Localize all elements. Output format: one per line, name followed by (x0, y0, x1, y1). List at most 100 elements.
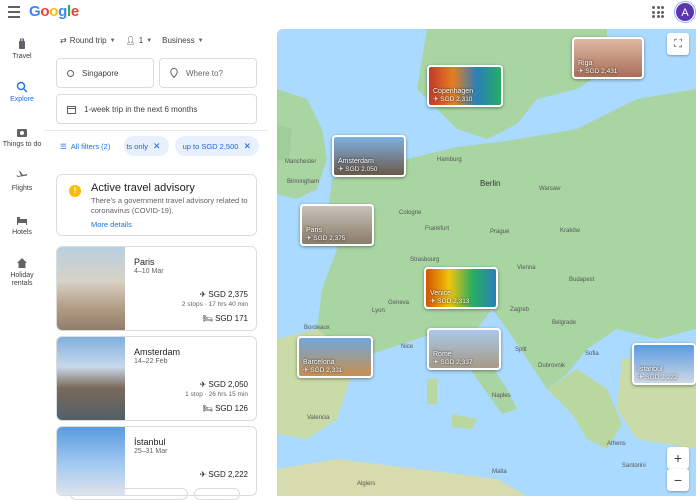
location-pin-icon (170, 68, 178, 78)
person-icon: 👤︎ (125, 36, 136, 45)
map-label: Valencia (307, 415, 330, 421)
chevron-down-icon: ▼ (146, 37, 153, 44)
map-label: Vienna (517, 265, 536, 271)
passengers-select[interactable]: 👤︎ 1 ▼ (126, 36, 153, 45)
result-card[interactable]: İstanbul 25–31 Mar ✈ SGD 2,222 (56, 426, 257, 496)
flight-price: ✈ SGD 2,331 (303, 367, 343, 374)
flight-price: ✈ SGD 2,310 (433, 96, 473, 103)
nav-item-flights[interactable]: Flights (0, 170, 44, 193)
zoom-in-button[interactable]: + (667, 447, 689, 469)
explore-map[interactable]: Manchester Birmingham Hamburg Berlin Warsaw C… (277, 29, 696, 496)
result-card[interactable]: Amsterdam 14–22 Feb ✈ SGD 2,050 1 stop ·… (56, 336, 257, 421)
map-pin-paris[interactable]: Paris ✈ SGD 2,375 (300, 204, 374, 246)
stops-chip[interactable]: ts only ✕ (124, 136, 169, 156)
close-icon[interactable]: ✕ (153, 141, 161, 152)
all-filters-button[interactable]: ☰ All filters (2) (56, 136, 119, 156)
bottom-button[interactable] (70, 488, 188, 500)
map-pin-amsterdam[interactable]: Amsterdam ✈ SGD 2,050 (332, 135, 406, 177)
trip-options: ⇄ Round trip ▼ 👤︎ 1 ▼ Business ▼ (60, 36, 204, 45)
result-card[interactable]: Paris 4–10 Mar ✈ SGD 2,375 2 stops · 17 … (56, 246, 257, 331)
destination-image (57, 247, 125, 330)
map-pin-copenhagen[interactable]: Copenhagen ✈ SGD 2,310 (427, 65, 503, 107)
destination-image (57, 427, 125, 495)
hotel-price: 🛏︎ SGD 126 (202, 404, 248, 413)
destination-image (57, 337, 125, 420)
map-label: Algiers (357, 481, 376, 487)
flight-price: ✈ SGD 2,050 (199, 380, 248, 389)
map-label: Sofia (585, 351, 599, 357)
top-bar: Google A (0, 0, 696, 26)
map-pin-riga[interactable]: Riga ✈ SGD 2,431 (572, 37, 644, 79)
flight-price: ✈ SGD 2,050 (338, 166, 378, 173)
map-label: Malta (492, 469, 507, 475)
camera-icon (17, 129, 27, 137)
map-label: Dubrovnik (538, 363, 566, 369)
calendar-icon (67, 105, 76, 114)
flight-price: ✈ SGD 2,375 (306, 235, 346, 242)
map-label: Santorini (622, 463, 646, 469)
map-label: Kraków (560, 228, 581, 234)
house-icon (17, 258, 27, 268)
divider (44, 130, 268, 131)
map-label: Nice (401, 344, 414, 350)
dates-input[interactable]: 1-week trip in the next 6 months (56, 94, 257, 124)
hotel-price: 🛏︎ SGD 171 (202, 314, 248, 323)
map-label: Manchester (285, 159, 317, 165)
google-logo[interactable]: Google (29, 3, 79, 20)
flight-price: ✈ SGD 2,337 (433, 359, 473, 366)
flight-price: ✈ SGD 2,222 (199, 470, 248, 479)
explore-icon (16, 81, 28, 93)
price-chip[interactable]: up to SGD 2,500 ✕ (174, 136, 259, 156)
chevron-down-icon: ▼ (109, 37, 116, 44)
map-pin-venice[interactable]: Venice ✈ SGD 2,313 (424, 267, 498, 309)
cabin-class-select[interactable]: Business ▼ (162, 36, 203, 45)
nav-item-travel[interactable]: Travel (0, 38, 44, 61)
origin-input[interactable]: Singapore (56, 58, 154, 88)
map-label: Lyon (372, 308, 385, 314)
flight-price: ✈ SGD 2,313 (430, 298, 470, 305)
bed-icon (17, 217, 27, 225)
map-label: Athens (607, 441, 626, 447)
nav-item-explore[interactable]: Explore (0, 81, 44, 104)
map-label: Naples (492, 393, 511, 399)
trip-type-select[interactable]: ⇄ Round trip ▼ (60, 36, 116, 45)
account-avatar[interactable]: A (675, 2, 695, 22)
nav-item-things-to-do[interactable]: Things to do (0, 126, 44, 149)
origin-circle-icon (67, 69, 74, 77)
map-label: Split (515, 347, 527, 353)
suitcase-icon (19, 38, 25, 49)
airplane-icon (16, 171, 27, 177)
filter-chips: ☰ All filters (2) ts only ✕ up to SGD 2,50… (56, 136, 268, 156)
map-label: Cologne (399, 210, 422, 216)
map-label: Belgrade (552, 320, 577, 326)
more-details-link[interactable]: More details (91, 220, 132, 229)
apps-grid-icon[interactable] (652, 6, 664, 18)
map-label: Geneva (388, 300, 410, 306)
map-label: Strasbourg (410, 257, 440, 263)
nav-item-holiday-rentals[interactable]: Holiday rentals (0, 257, 44, 288)
info-icon: ! (69, 185, 81, 197)
menu-icon[interactable] (8, 6, 20, 18)
bottom-button[interactable] (194, 488, 240, 500)
zoom-out-button[interactable]: − (667, 469, 689, 491)
map-label: Warsaw (539, 186, 561, 192)
left-nav: Travel Explore Things to do Flights Hote… (0, 26, 44, 496)
map-pin-barcelona[interactable]: Barcelona ✈ SGD 2,331 (297, 336, 373, 378)
map-label: Berlin (480, 179, 501, 188)
tune-icon: ☰ (60, 141, 67, 151)
flight-price: ✈ SGD 2,431 (578, 68, 618, 75)
map-label: Budapest (569, 277, 595, 283)
map-pin-rome[interactable]: Rome ✈ SGD 2,337 (427, 328, 501, 370)
explore-panel: ⇄ Round trip ▼ 👤︎ 1 ▼ Business ▼ Singapore Wh… (44, 26, 268, 500)
nav-item-hotels[interactable]: Hotels (0, 214, 44, 237)
map-label: Frankfurt (425, 226, 450, 232)
map-pin-istanbul[interactable]: İstanbul ✈ SGD 2,222 (632, 343, 696, 385)
close-icon[interactable]: ✕ (243, 141, 251, 152)
bottom-buttons (70, 488, 240, 500)
destination-input[interactable]: Where to? (159, 58, 257, 88)
map-label: Hamburg (437, 157, 462, 163)
flight-price: ✈ SGD 2,375 (199, 290, 248, 299)
flight-price: ✈ SGD 2,222 (638, 374, 678, 381)
fullscreen-icon[interactable]: ⛶ (667, 33, 689, 55)
chevron-down-icon: ▼ (197, 37, 204, 44)
